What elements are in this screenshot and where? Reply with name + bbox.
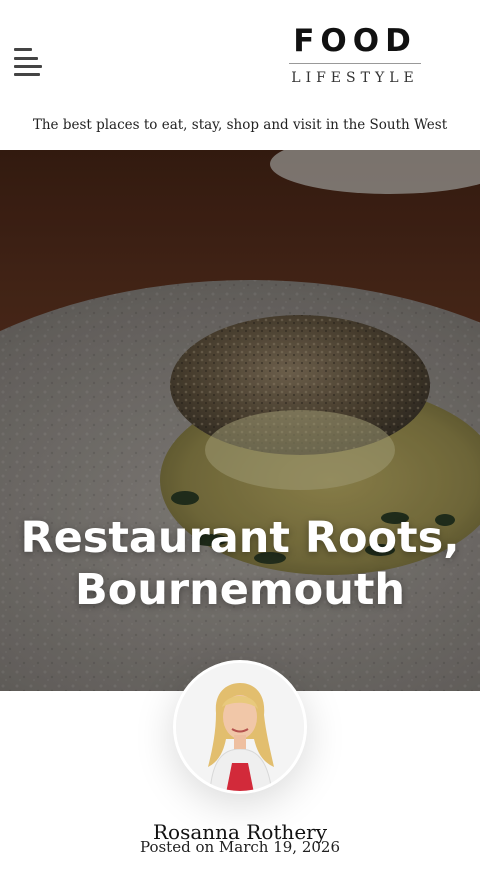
author-avatar[interactable] [173,660,307,794]
logo-food-text: FOOD [293,23,417,59]
menu-bar [14,48,32,51]
logo-divider [289,63,421,64]
post-date: Posted on March 19, 2026 [139,838,341,856]
hero-banner: Restaurant Roots, Bournemouth [0,150,480,691]
hamburger-menu-icon[interactable] [12,46,44,78]
menu-bar [14,65,42,68]
menu-bar [14,57,38,60]
article-title-line2: Bournemouth [74,565,406,615]
author-photo [176,663,304,791]
menu-bar [14,73,40,76]
logo-lifestyle-text: LIFESTYLE [291,70,419,86]
site-logo[interactable]: FOOD LIFESTYLE [282,22,428,87]
site-header: FOOD LIFESTYLE The best places to eat, s… [0,0,480,150]
article-title: Restaurant Roots, Bournemouth [0,512,480,616]
site-tagline: The best places to eat, stay, shop and v… [32,117,448,133]
article-title-line1: Restaurant Roots, [20,513,460,563]
